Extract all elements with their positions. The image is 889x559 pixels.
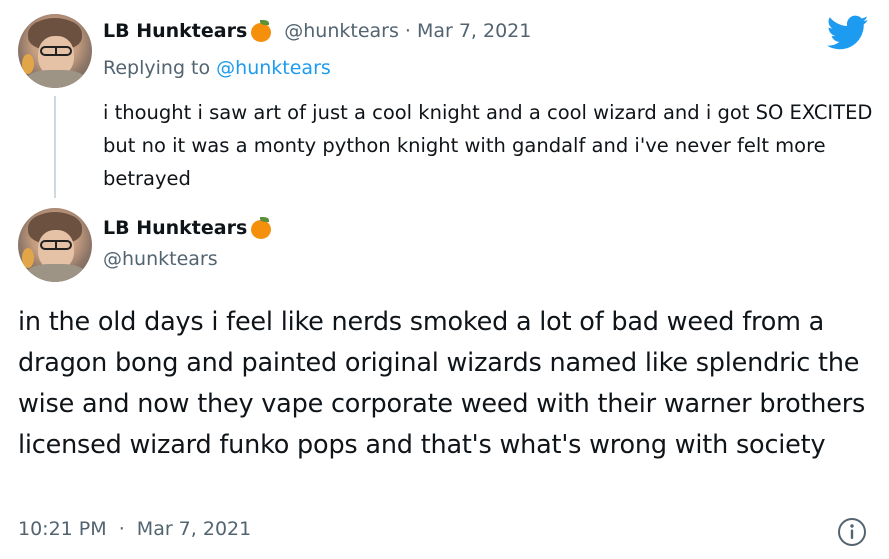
tweet-timestamp[interactable]: 10:21 PM · Mar 7, 2021 — [18, 518, 251, 540]
separator: · — [404, 20, 411, 42]
display-name[interactable]: LB Hunktears — [103, 217, 247, 239]
orange-icon — [250, 217, 272, 239]
tweet1-header: LB Hunktears @hunktears · Mar 7, 2021 — [103, 20, 531, 42]
info-icon[interactable] — [837, 517, 867, 547]
thread-line — [54, 96, 56, 198]
tweet-date: Mar 7, 2021 — [136, 518, 252, 540]
display-name[interactable]: LB Hunktears — [103, 20, 247, 42]
tweet-text: i thought i saw art of just a cool knigh… — [103, 101, 873, 190]
separator: · — [118, 518, 125, 540]
handle[interactable]: @hunktears — [284, 20, 399, 42]
replying-prefix: Replying to — [103, 57, 217, 79]
tweet-time: 10:21 PM — [18, 518, 107, 540]
replying-to-handle[interactable]: @hunktears — [216, 57, 331, 79]
tweet-date[interactable]: Mar 7, 2021 — [417, 20, 531, 42]
twitter-bird-icon[interactable] — [827, 15, 869, 51]
avatar[interactable] — [18, 14, 92, 88]
tweet2-header: LB Hunktears — [103, 217, 272, 239]
avatar[interactable] — [18, 208, 92, 282]
orange-icon — [250, 20, 272, 42]
main-tweet-text: in the old days i feel like nerds smoked… — [18, 307, 866, 460]
replying-to: Replying to @hunktears — [103, 57, 331, 79]
handle[interactable]: @hunktears — [103, 248, 218, 270]
